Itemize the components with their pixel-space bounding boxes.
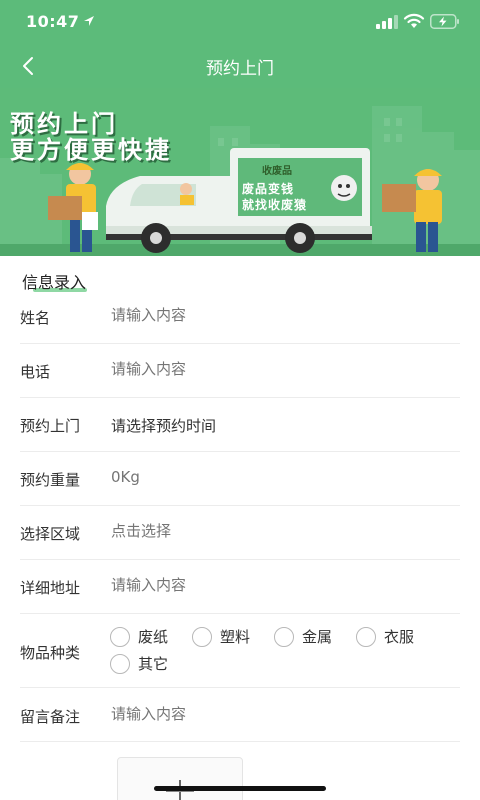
radio-circle-icon [274,626,294,647]
category-option-metal[interactable]: 金属 [274,626,332,647]
category-option-plastic[interactable]: 塑料 [192,626,250,647]
form-row-category: 物品种类 废纸 塑料 金属 衣服 其它 [20,614,460,688]
region-picker[interactable] [111,522,441,540]
form-row-name: 姓名 [20,290,460,344]
name-input[interactable] [111,306,441,324]
promo-banner: 预约上门 更方便更快捷 收废品 废品变钱 就找收废猿 [0,88,480,256]
address-input[interactable] [111,576,441,594]
category-option-clothes[interactable]: 衣服 [356,626,414,647]
truck-brand-label: 收废品 [262,166,292,177]
remarks-label: 留言备注 [20,708,81,726]
category-option-label: 其它 [138,655,169,673]
wifi-icon [403,13,425,28]
truck-slogan-line1: 废品变钱 [242,182,295,196]
truck-slogan-line2: 就找收废猿 [242,198,308,212]
category-option-label: 塑料 [220,628,251,646]
location-arrow-icon [84,16,94,26]
home-indicator[interactable] [154,786,326,791]
form-row-phone: 电话 [20,344,460,398]
weight-input[interactable] [111,468,441,486]
radio-circle-icon [192,626,212,647]
cellular-signal-icon [376,15,398,29]
app-header: 10:47 预约上门 [0,0,480,88]
form-row-remarks: 留言备注 [20,688,460,742]
address-label: 详细地址 [20,579,81,597]
radio-circle-icon [356,626,376,647]
category-option-other[interactable]: 其它 [110,653,168,674]
appointment-time-picker[interactable]: 请选择预约时间 [111,415,441,436]
form-row-appointment-time[interactable]: 预约上门 请选择预约时间 [20,398,460,452]
radio-circle-icon [110,653,130,674]
category-option-label: 衣服 [384,628,415,646]
page-title: 预约上门 [206,59,274,79]
remarks-input[interactable] [111,705,441,723]
category-option-label: 废纸 [138,628,169,646]
appointment-time-label: 预约上门 [20,417,81,435]
category-option-paper[interactable]: 废纸 [110,626,168,647]
status-time: 10:47 [26,12,80,31]
radio-circle-icon [110,626,130,647]
phone-input[interactable] [111,360,441,378]
name-label: 姓名 [20,309,51,327]
phone-label: 电话 [20,363,51,381]
status-bar: 10:47 [0,0,480,44]
battery-charging-icon [430,14,459,29]
photo-upload-button[interactable] [117,757,243,800]
form-row-region[interactable]: 选择区域 [20,506,460,560]
banner-subheadline: 更方便更快捷 [10,135,172,164]
navigation-bar: 预约上门 [0,44,480,88]
form-row-address: 详细地址 [20,560,460,614]
category-option-label: 金属 [302,628,333,646]
weight-label: 预约重量 [20,471,81,489]
form-row-weight: 预约重量 [20,452,460,506]
region-label: 选择区域 [20,525,81,543]
category-label: 物品种类 [20,644,81,662]
